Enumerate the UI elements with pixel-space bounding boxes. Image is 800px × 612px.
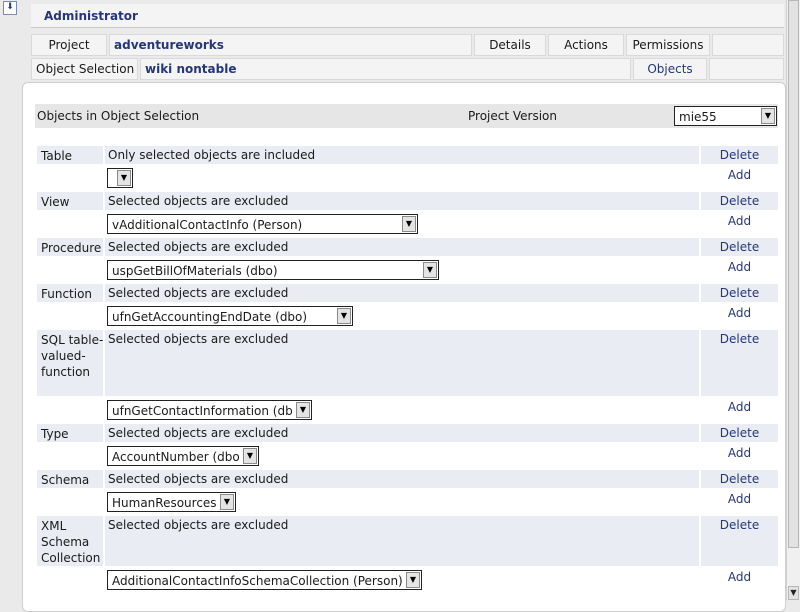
panel-title: Objects in Object Selection <box>37 109 200 123</box>
selection-row-spacer <box>709 58 784 80</box>
delete-link[interactable]: Delete <box>701 472 778 486</box>
object-description: Selected objects are excluded <box>108 426 289 440</box>
delete-link[interactable]: Delete <box>701 286 778 300</box>
delete-link[interactable]: Delete <box>701 518 778 532</box>
delete-link[interactable]: Delete <box>701 426 778 440</box>
object-type: XML Schema Collection <box>41 519 101 565</box>
add-link[interactable]: Add <box>701 168 778 182</box>
triangle-down-icon: ▼ <box>337 308 351 324</box>
sql-tvf-object-select[interactable]: ufnGetContactInformation (dbo) ▼ <box>107 400 312 420</box>
tab-actions[interactable]: Actions <box>548 34 624 56</box>
tab-details[interactable]: Details <box>474 34 546 56</box>
triangle-down-icon: ▼ <box>117 170 131 186</box>
project-row-spacer <box>712 34 784 56</box>
triangle-down-icon: ▼ <box>220 494 234 510</box>
delete-link[interactable]: Delete <box>701 332 778 346</box>
type-object-select[interactable]: AccountNumber (dbo) ▼ <box>107 446 259 466</box>
procedure-object-select[interactable]: uspGetBillOfMaterials (dbo) ▼ <box>107 260 439 280</box>
add-link[interactable]: Add <box>701 260 778 274</box>
object-type: Type <box>41 427 69 441</box>
object-description: Selected objects are excluded <box>108 332 289 346</box>
object-selection-name: wiki nontable <box>140 58 631 80</box>
select-value: vAdditionalContactInfo (Person) <box>112 218 303 232</box>
delete-link[interactable]: Delete <box>701 148 778 162</box>
triangle-down-icon: ▼ <box>423 262 437 278</box>
add-link[interactable]: Add <box>701 306 778 320</box>
table-object-select[interactable]: ▼ <box>107 168 133 188</box>
object-type: SQL table-valued-function <box>41 333 104 379</box>
select-value: HumanResources <box>112 496 217 510</box>
object-type: Procedure <box>41 241 102 255</box>
panel-header: Objects in Object Selection Project Vers… <box>35 104 778 128</box>
tab-permissions[interactable]: Permissions <box>626 34 710 56</box>
select-value: ufnGetContactInformation (dbo) <box>112 404 293 418</box>
collapse-double-chevron-icon[interactable]: ⬇ <box>3 1 17 15</box>
add-link[interactable]: Add <box>701 570 778 584</box>
project-version-value: mie55 <box>679 110 717 124</box>
triangle-down-icon: ▼ <box>402 216 416 232</box>
select-value: ufnGetAccountingEndDate (dbo) <box>112 310 308 324</box>
delete-link[interactable]: Delete <box>701 194 778 208</box>
object-description: Selected objects are excluded <box>108 472 289 486</box>
project-name: adventureworks <box>109 34 472 56</box>
project-version-select[interactable]: mie55 ▼ <box>674 106 777 126</box>
select-value: AccountNumber (dbo) <box>112 450 240 464</box>
tab-objects[interactable]: Objects <box>633 58 707 80</box>
triangle-down-icon: ▼ <box>296 402 310 418</box>
object-type: View <box>41 195 70 209</box>
project-label: Project <box>31 34 107 56</box>
object-description: Selected objects are excluded <box>108 240 289 254</box>
view-object-select[interactable]: vAdditionalContactInfo (Person) ▼ <box>107 214 418 234</box>
add-link[interactable]: Add <box>701 492 778 506</box>
object-description: Selected objects are excluded <box>108 518 289 532</box>
add-link[interactable]: Add <box>701 214 778 228</box>
object-type: Function <box>41 287 93 301</box>
add-link[interactable]: Add <box>701 446 778 460</box>
object-selection-label: Object Selection <box>31 58 138 80</box>
object-description: Selected objects are excluded <box>108 194 289 208</box>
scrollbar-thumb[interactable] <box>788 0 799 548</box>
add-link[interactable]: Add <box>701 400 778 414</box>
function-object-select[interactable]: ufnGetAccountingEndDate (dbo) ▼ <box>107 306 353 326</box>
triangle-down-icon: ▼ <box>406 572 420 588</box>
select-value: AdditionalContactInfoSchemaCollection (P… <box>112 574 403 588</box>
project-row: Project adventureworks Details Actions P… <box>31 34 784 56</box>
object-type: Table <box>41 149 73 163</box>
xml-schema-collection-object-select[interactable]: AdditionalContactInfoSchemaCollection (P… <box>107 570 422 590</box>
triangle-down-icon: ▼ <box>243 448 257 464</box>
object-description: Only selected objects are included <box>108 148 316 162</box>
scroll-down-arrow-icon[interactable]: ▼ <box>788 586 799 600</box>
admin-title: Administrator <box>31 4 784 28</box>
object-description: Selected objects are excluded <box>108 286 289 300</box>
delete-link[interactable]: Delete <box>701 240 778 254</box>
schema-object-select[interactable]: HumanResources ▼ <box>107 492 236 512</box>
selection-row: Object Selection wiki nontable Objects <box>31 58 784 80</box>
object-type: Schema <box>41 473 90 487</box>
vertical-scrollbar[interactable]: ▼ <box>786 0 800 600</box>
select-value: uspGetBillOfMaterials (dbo) <box>112 264 278 278</box>
project-version-label: Project Version <box>468 109 557 123</box>
triangle-down-icon: ▼ <box>761 108 775 124</box>
